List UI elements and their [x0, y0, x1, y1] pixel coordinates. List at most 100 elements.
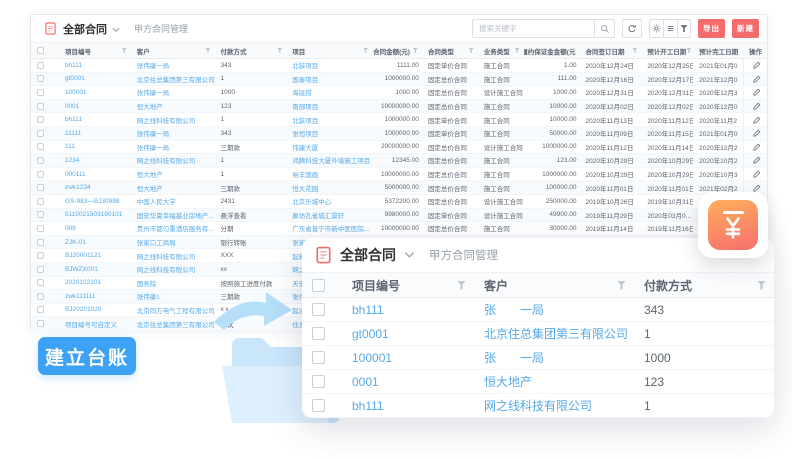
cell[interactable]: 鸿腾科技大厦外墙施工项目	[286, 154, 372, 167]
settings-button[interactable]	[649, 19, 663, 38]
cell[interactable]: 北京住总集团第三有限公司	[131, 73, 215, 86]
row-checkbox[interactable]	[312, 375, 325, 388]
row-checkbox[interactable]	[37, 89, 44, 96]
search-input[interactable]	[472, 19, 594, 38]
edit-icon[interactable]	[753, 116, 761, 124]
cell[interactable]: 张 一局	[474, 298, 634, 321]
row-checkbox[interactable]	[37, 62, 44, 69]
row-checkbox[interactable]	[312, 351, 325, 364]
cell[interactable]: BJ20201020	[59, 304, 131, 317]
row-checkbox[interactable]	[37, 157, 44, 164]
cell[interactable]: 恒大地产	[474, 370, 634, 393]
create-button[interactable]: 新建	[732, 19, 759, 38]
cell[interactable]: 张伟康一局	[131, 127, 215, 140]
row-checkbox[interactable]	[37, 130, 44, 137]
filter-icon[interactable]	[469, 48, 474, 53]
cell[interactable]: 恒大地产	[131, 100, 215, 113]
row-checkbox[interactable]	[37, 225, 44, 232]
cell[interactable]: 张家口工商局	[131, 236, 215, 249]
table-row[interactable]: 0001恒大地产123	[302, 370, 774, 394]
filter-icon[interactable]	[686, 48, 691, 53]
edit-icon[interactable]	[753, 88, 761, 96]
select-all-checkbox[interactable]	[37, 47, 44, 54]
cell[interactable]: 北装项目	[286, 113, 372, 126]
row-checkbox[interactable]	[37, 239, 44, 246]
cell[interactable]: 张伟康一局	[131, 59, 215, 72]
row-checkbox[interactable]	[37, 293, 44, 300]
cell[interactable]: 网之线科技有限公司	[131, 263, 215, 276]
edit-icon[interactable]	[753, 75, 761, 83]
export-button[interactable]: 导出	[698, 19, 725, 38]
edit-icon[interactable]	[753, 143, 761, 151]
cell[interactable]: 廊坊孔雀城汇景轩	[286, 209, 372, 222]
cell[interactable]: 裕丰国画	[286, 168, 372, 181]
row-checkbox[interactable]	[37, 171, 44, 178]
cell[interactable]: BJ20001121	[59, 249, 131, 262]
table-row[interactable]: 11111张伟康一局343张恒项目1000000.00固定单价合同施工合同500…	[31, 127, 767, 141]
chevron-down-icon[interactable]	[112, 20, 120, 38]
row-checkbox[interactable]	[37, 143, 44, 150]
table-row[interactable]: gt0001北京住总集团第三有限公司1	[302, 322, 774, 346]
filter-icon[interactable]	[757, 281, 766, 290]
cell[interactable]: 贵州市都匀重酒店服务有...	[131, 222, 215, 235]
row-checkbox[interactable]	[37, 211, 44, 218]
row-checkbox[interactable]	[37, 306, 44, 313]
table-row[interactable]: bh111网之线科技有限公司1北装项目1000000.00固定单价合同施工合同1…	[31, 113, 767, 127]
table-row[interactable]: GS-983—BJ30998中国人民大学2431北京乐城中心5372200.00…	[31, 195, 767, 209]
cell[interactable]: 0001	[59, 100, 131, 113]
cell[interactable]: 网之线科技有限公司	[131, 113, 215, 126]
cell[interactable]: ZJK-01	[59, 236, 131, 249]
cell[interactable]: 009	[59, 222, 131, 235]
cell[interactable]: 张恒项目	[286, 127, 372, 140]
cell[interactable]: 恒大地产	[131, 181, 215, 194]
cell[interactable]: 国泰项目	[286, 73, 372, 86]
cell[interactable]: 中国人民大学	[131, 195, 215, 208]
cell[interactable]: 北京乐城中心	[286, 195, 372, 208]
edit-icon[interactable]	[753, 129, 761, 137]
filter-icon[interactable]	[457, 281, 466, 290]
currency-card[interactable]	[698, 192, 768, 258]
table-row[interactable]: 000111恒大地产1裕丰国画10000000.00固定总价合同施工合同1000…	[31, 168, 767, 182]
cell[interactable]: 张伟康一局	[131, 86, 215, 99]
cell[interactable]: 张 一局	[474, 346, 634, 369]
cell[interactable]: gt0001	[59, 73, 131, 86]
table-row[interactable]: 0001恒大地产123南部项目10000000.00固定总价合同施工合同1000…	[31, 100, 767, 114]
table-row[interactable]: gt0001北京住总集团第三有限公司1国泰项目1000000.00固定总价合同施…	[31, 73, 767, 87]
cell[interactable]: 海底捞	[286, 86, 372, 99]
filter-icon[interactable]	[122, 48, 127, 53]
filter-icon[interactable]	[205, 48, 210, 53]
cell[interactable]: 恒大花园	[286, 181, 372, 194]
cell[interactable]: BJWZX001	[59, 263, 131, 276]
filter-icon[interactable]	[413, 48, 418, 53]
row-checkbox[interactable]	[37, 252, 44, 259]
cell[interactable]: 100001	[59, 86, 131, 99]
cell[interactable]: 1234	[59, 154, 131, 167]
cell[interactable]: 5115021503190101	[59, 209, 131, 222]
table-row[interactable]: bh111张伟康一局343北装项目1111.00固定单价合同施工合同1.0020…	[31, 59, 767, 73]
cell[interactable]: 国安华夏幸福基业房地产...	[131, 209, 215, 222]
cell[interactable]: bh111	[59, 59, 131, 72]
cell[interactable]: bh111	[342, 394, 474, 417]
cell[interactable]: bh111	[342, 298, 474, 321]
cell[interactable]: 2020102101	[59, 277, 131, 290]
cell[interactable]: 张伟康一局	[131, 141, 215, 154]
select-all-checkbox[interactable]	[312, 279, 325, 292]
cell[interactable]: 100001	[342, 346, 474, 369]
filter-icon[interactable]	[632, 48, 637, 53]
table-row[interactable]: 5115021503190101国安华夏幸福基业房地产...悬浮查看廊坊孔雀城汇…	[31, 209, 767, 223]
row-checkbox[interactable]	[37, 103, 44, 110]
chevron-down-icon[interactable]	[404, 246, 415, 264]
table-row[interactable]: 100001张 一局1000	[302, 346, 774, 370]
row-checkbox[interactable]	[37, 75, 44, 82]
create-ledger-button[interactable]: 建立台账	[38, 337, 136, 375]
row-checkbox[interactable]	[37, 198, 44, 205]
cell[interactable]: zwk111111	[59, 290, 131, 303]
table-row[interactable]: bh111网之线科技有限公司1	[302, 394, 774, 418]
filter-button[interactable]	[677, 19, 691, 38]
column-list-button[interactable]	[663, 19, 677, 38]
table-row[interactable]: 111张伟康一局三期款伟康大厦20000000.00固定总价合同设计施工合同10…	[31, 141, 767, 155]
filter-icon[interactable]	[515, 48, 520, 53]
cell[interactable]: 南部项目	[286, 100, 372, 113]
filter-icon[interactable]	[277, 48, 282, 53]
cell[interactable]: GS-983—BJ30998	[59, 195, 131, 208]
